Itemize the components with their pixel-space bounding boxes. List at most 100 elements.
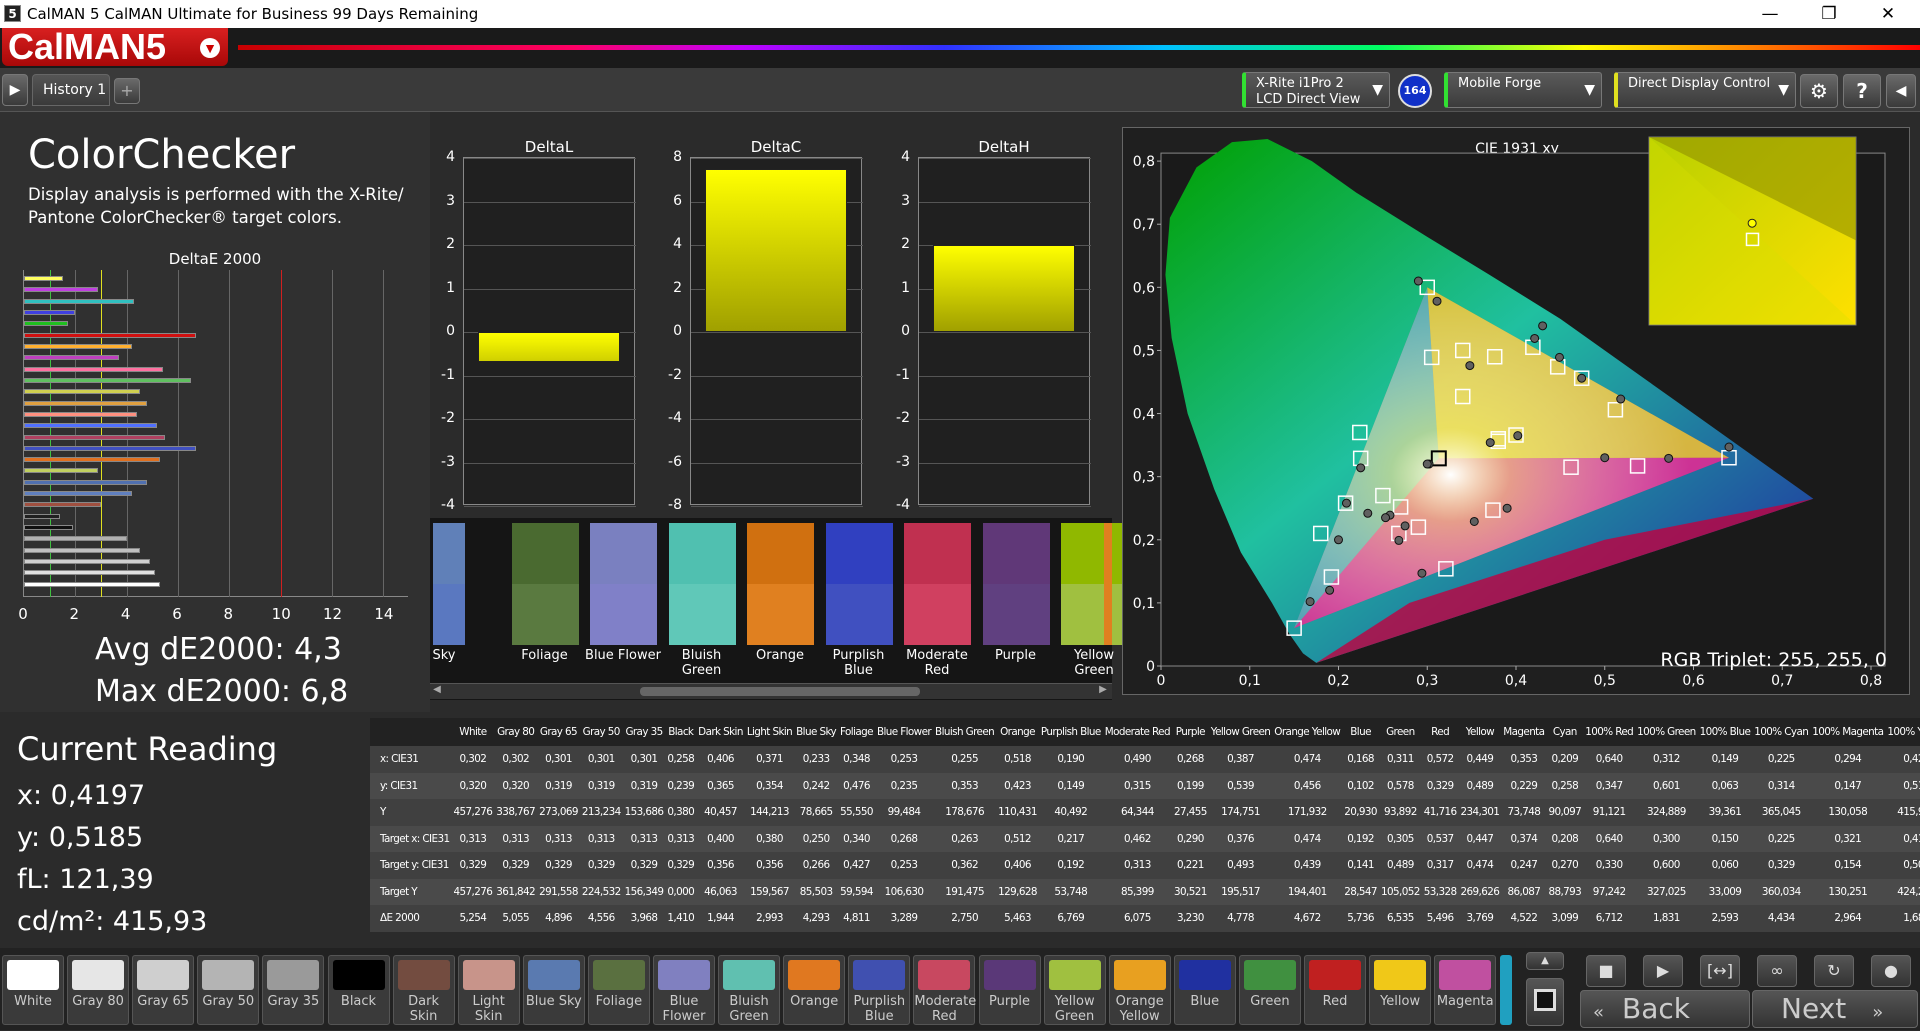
color-patch-button[interactable]: White — [2, 955, 64, 1025]
swatch[interactable] — [982, 523, 1050, 645]
restore-button[interactable]: ❐ — [1801, 0, 1857, 28]
swatch[interactable] — [1104, 523, 1112, 645]
color-patch-button[interactable]: Purplish Blue — [848, 955, 911, 1025]
color-patch-button[interactable]: Gray 50 — [197, 955, 260, 1025]
play-icon[interactable]: ▶ — [2, 74, 28, 106]
data-table: White Gray 80 Gray 65 Gray 50 Gray 35 Black Da… — [370, 718, 1920, 932]
gridline — [691, 419, 863, 420]
table-cell: 0,242 — [794, 772, 839, 799]
cie-x-tick: 0 — [1157, 673, 1166, 689]
meter-selector[interactable]: X-Rite i1Pro 2 LCD Direct View ▼ — [1242, 72, 1390, 108]
refresh-icon[interactable]: ↻ — [1814, 955, 1854, 987]
color-patch-button[interactable]: Foliage — [587, 955, 650, 1025]
swatch[interactable] — [1061, 523, 1128, 645]
back-button[interactable]: « Back — [1580, 990, 1750, 1028]
delta-tick-label: -6 — [668, 453, 682, 470]
delta-tick-label: -4 — [668, 410, 682, 426]
gear-icon[interactable]: ⚙ — [1800, 74, 1838, 108]
deltae-chart-title: DeltaE 2000 — [168, 250, 262, 268]
swatch[interactable] — [904, 523, 971, 645]
source-selector[interactable]: Mobile Forge ▼ — [1444, 72, 1602, 108]
add-tab-button[interactable]: + — [114, 78, 140, 104]
meter-badge[interactable]: 164 — [1398, 74, 1432, 108]
next-button[interactable]: Next » — [1752, 990, 1918, 1028]
cie-y-tick: 0,2 — [1133, 533, 1155, 549]
stop-square-icon[interactable] — [1526, 978, 1564, 1026]
minimize-button[interactable]: — — [1742, 0, 1798, 28]
cie-y-tick: 0,3 — [1133, 470, 1155, 486]
delta-tick-label: -4 — [441, 497, 455, 513]
swatch[interactable] — [747, 523, 814, 645]
swatch[interactable] — [511, 523, 579, 645]
table-cell: 4,811 — [838, 905, 875, 932]
color-patch — [592, 960, 645, 990]
color-patch-button[interactable]: Dark Skin — [392, 955, 455, 1025]
row-header: Target x: CIE31 — [370, 825, 452, 852]
stop-icon[interactable]: ■ — [1586, 955, 1626, 987]
table-cell: 0,640 — [1583, 825, 1636, 852]
toolbar: ▶ History 1 + X-Rite i1Pro 2 LCD Direct … — [0, 68, 1920, 112]
swatch[interactable] — [825, 523, 893, 645]
color-patch-button[interactable] — [1500, 955, 1512, 1025]
color-patch-button[interactable]: Gray 65 — [132, 955, 195, 1025]
display-selector[interactable]: Direct Display Control ▼ — [1614, 72, 1796, 108]
color-patch-button[interactable]: Purple — [978, 955, 1041, 1025]
cie-measured-point — [1616, 394, 1626, 404]
scroll-thumb[interactable] — [640, 687, 920, 696]
color-patch-button[interactable]: Blue Flower — [653, 955, 715, 1025]
color-patch-button[interactable]: Yellow Green — [1043, 955, 1106, 1025]
record-icon[interactable]: ● — [1871, 955, 1911, 987]
play-icon[interactable]: ▶ — [1643, 955, 1683, 987]
table-cell: 0,141 — [1342, 852, 1379, 879]
gridline — [691, 332, 863, 333]
collapse-icon[interactable]: ◀ — [1886, 74, 1916, 108]
color-patch-button[interactable]: Black — [327, 955, 390, 1025]
color-patch-button[interactable]: Orange — [783, 955, 846, 1025]
table-cell: 4,522 — [1501, 905, 1547, 932]
cie-y-tick: 0,7 — [1133, 217, 1155, 233]
table-cell: 30,521 — [1171, 878, 1209, 905]
help-icon[interactable]: ? — [1843, 74, 1881, 108]
color-patch-button[interactable]: Red — [1304, 955, 1366, 1025]
swatch[interactable] — [668, 523, 736, 645]
color-patch — [1048, 960, 1101, 990]
table-cell: 0,247 — [1501, 852, 1547, 879]
color-patch-button[interactable]: Gray 35 — [262, 955, 325, 1025]
deltae-bar — [24, 581, 161, 587]
column-header: Gray 35 — [622, 718, 666, 746]
scroll-up-icon[interactable]: ▲ — [1526, 952, 1564, 970]
loop-icon[interactable]: ∞ — [1757, 955, 1797, 987]
tab-history-1[interactable]: History 1 — [32, 74, 110, 106]
swatch[interactable] — [433, 523, 465, 645]
table-cell: 4,778 — [1208, 905, 1273, 932]
swatch-scrollbar[interactable]: ◀ ▶ — [430, 683, 1112, 699]
color-patch-label: White — [14, 994, 52, 1009]
table-cell: 0,356 — [696, 852, 745, 879]
close-button[interactable]: ✕ — [1860, 0, 1916, 28]
measure-icon[interactable]: [↔] — [1700, 955, 1740, 987]
color-patch-button[interactable]: Orange Yellow — [1108, 955, 1171, 1025]
scroll-left-icon[interactable]: ◀ — [430, 684, 444, 698]
table-row: y: CIE31 0,320 0,320 0,319 0,319 0,319 0,239 0,… — [370, 772, 1920, 799]
color-patch-button[interactable]: Moderate Red — [913, 955, 976, 1025]
color-patch-button[interactable]: Green — [1238, 955, 1301, 1025]
swatch[interactable] — [590, 523, 657, 645]
calman-logo[interactable]: CalMAN5 ▼ — [2, 28, 228, 66]
color-patch-button[interactable]: Bluish Green — [718, 955, 781, 1025]
color-patch-button[interactable]: Blue — [1173, 955, 1236, 1025]
brand-bar: CalMAN5 ▼ — [0, 28, 1920, 68]
color-patch-button[interactable]: Magenta — [1434, 955, 1497, 1025]
table-cell: 2,993 — [744, 905, 795, 932]
chevron-down-icon[interactable]: ▼ — [200, 38, 220, 58]
scroll-right-icon[interactable]: ▶ — [1096, 684, 1110, 698]
color-patch-button[interactable]: Yellow — [1369, 955, 1432, 1025]
color-patch-button[interactable]: Light Skin — [457, 955, 520, 1025]
cie-measured-point — [1356, 463, 1366, 473]
color-patch-button[interactable]: Gray 80 — [67, 955, 130, 1025]
cie-measured-point — [1334, 535, 1343, 545]
table-cell: 0,518 — [996, 746, 1039, 773]
table-cell: 5,736 — [1342, 905, 1379, 932]
table-cell: 0,192 — [1038, 852, 1103, 879]
deltae-bar — [24, 479, 148, 485]
color-patch-button[interactable]: Blue Sky — [522, 955, 585, 1025]
